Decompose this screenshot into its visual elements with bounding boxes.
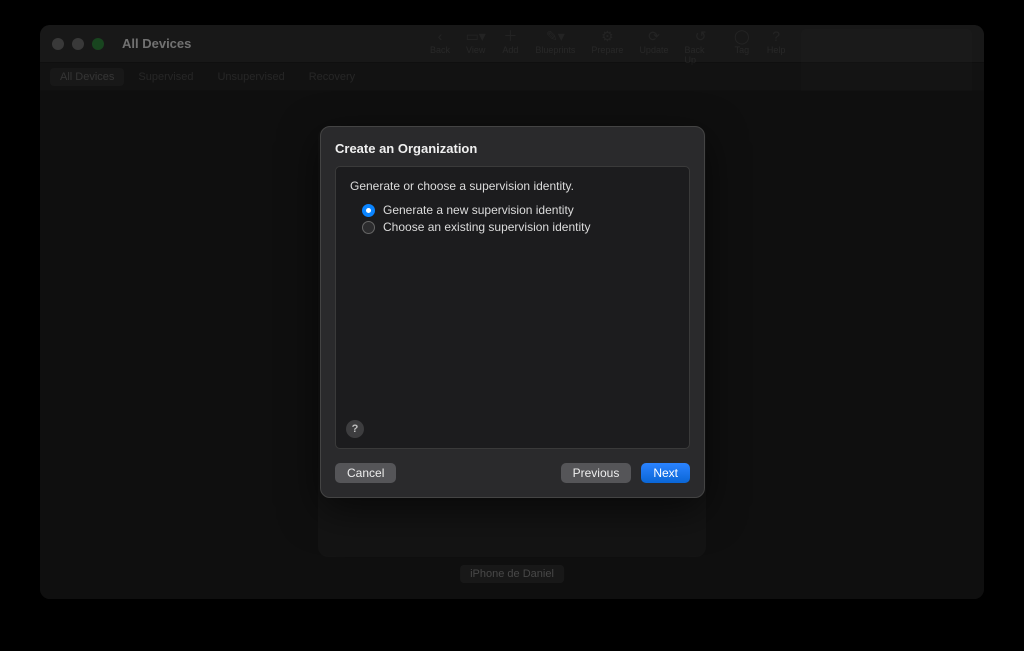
sheet-instruction: Generate or choose a supervision identit… (350, 179, 675, 193)
sheet-footer: Cancel Previous Next (335, 449, 690, 483)
sheet-body: Generate or choose a supervision identit… (335, 166, 690, 449)
help-button[interactable]: ? (346, 420, 364, 438)
radio-generate[interactable] (362, 204, 375, 217)
previous-button[interactable]: Previous (561, 463, 632, 483)
radio-choose-label: Choose an existing supervision identity (383, 220, 590, 234)
radio-generate-row[interactable]: Generate a new supervision identity (362, 203, 675, 217)
cancel-button[interactable]: Cancel (335, 463, 396, 483)
radio-generate-label: Generate a new supervision identity (383, 203, 574, 217)
sheet-title: Create an Organization (335, 141, 690, 156)
radio-choose[interactable] (362, 221, 375, 234)
create-organization-sheet: Create an Organization Generate or choos… (320, 126, 705, 498)
radio-choose-row[interactable]: Choose an existing supervision identity (362, 220, 675, 234)
next-button[interactable]: Next (641, 463, 690, 483)
